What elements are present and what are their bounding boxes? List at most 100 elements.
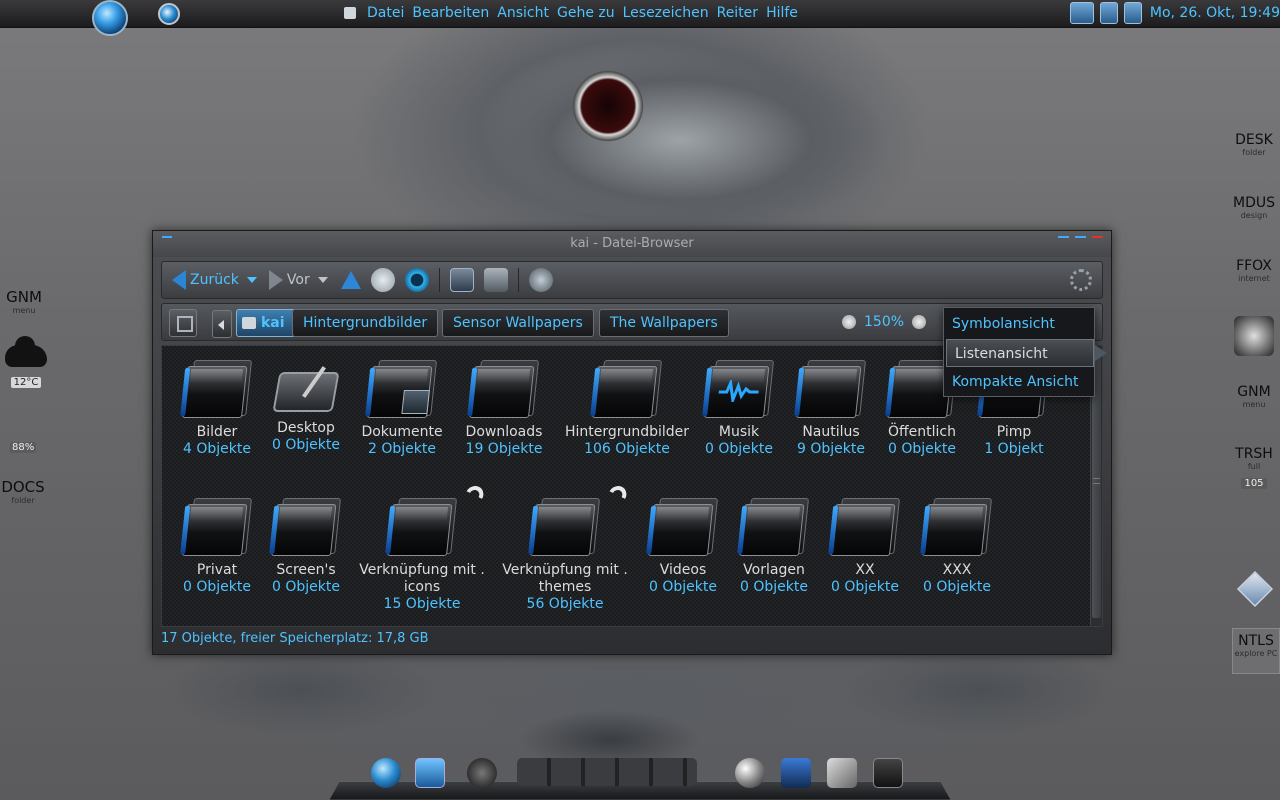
desktop-launcher-trsh[interactable]: TRSH full 105 <box>1230 446 1278 490</box>
computer-icon[interactable] <box>483 268 508 292</box>
breadcrumb-kai[interactable]: kai <box>236 309 296 337</box>
display-settings-icon[interactable] <box>1069 2 1094 24</box>
menu-reiter[interactable]: Reiter <box>717 5 758 21</box>
desktop-launcher-gnm[interactable]: GNM menu <box>2 288 46 315</box>
clock[interactable]: Mo, 26. Okt, 19:49 <box>1150 5 1280 21</box>
launcher-title: DOCS <box>1 478 45 496</box>
main-menu-orb-icon[interactable] <box>92 0 128 36</box>
dock-tools-icon[interactable] <box>827 758 857 788</box>
file-browser-window: kai - Datei-Browser Zurück Vor kai Hinte… <box>152 230 1112 655</box>
item-name: Pimp <box>996 424 1032 440</box>
go-up-icon[interactable] <box>340 271 361 289</box>
dock-audio-icon[interactable] <box>467 758 497 788</box>
menu-datei[interactable]: Datei <box>367 5 404 21</box>
desktop-launcher-ffox[interactable]: FFOX internet <box>1230 258 1278 283</box>
back-history-dropdown-icon[interactable] <box>246 277 257 283</box>
folder-item[interactable]: Desktop 0 Objekte <box>251 360 361 454</box>
folder-icon <box>737 498 810 556</box>
menu-gehe-zu[interactable]: Gehe zu <box>557 5 615 21</box>
global-menu-bar: Datei Bearbeiten Ansicht Gehe zu Lesezei… <box>344 5 806 21</box>
search-icon[interactable] <box>158 3 180 25</box>
window-title: kai - Datei-Browser <box>570 236 694 251</box>
folder-icon <box>269 498 342 556</box>
stop-icon[interactable] <box>370 268 395 292</box>
zoom-in-icon[interactable] <box>912 315 927 329</box>
dock-close-icon[interactable] <box>873 758 903 788</box>
item-name: Dokumente <box>361 424 443 440</box>
back-button[interactable]: Zurück <box>168 265 243 295</box>
folder-item[interactable]: Dokumente 2 Objekte <box>347 360 457 458</box>
item-name-line2: themes <box>538 579 592 595</box>
back-label: Zurück <box>190 272 239 288</box>
close-button[interactable] <box>1092 236 1103 238</box>
menu-lesezeichen[interactable]: Lesezeichen <box>623 5 709 21</box>
view-compact-mode[interactable]: Kompakte Ansicht <box>944 368 1094 396</box>
item-name: Verknüpfung mit . <box>359 562 485 578</box>
desktop-launcher-mdus[interactable]: MDUS design <box>1230 195 1278 220</box>
maximize-button[interactable] <box>1075 236 1086 238</box>
dock-video-icon[interactable] <box>781 758 811 788</box>
desktop-launcher-ntls[interactable]: NTLS explore PC <box>1232 628 1280 674</box>
reload-icon[interactable] <box>404 268 429 292</box>
zoom-out-icon[interactable] <box>842 315 856 329</box>
symlink-folder-icon <box>528 483 629 556</box>
folder-icon <box>794 360 867 418</box>
menu-ansicht[interactable]: Ansicht <box>497 5 549 21</box>
window-titlebar[interactable]: kai - Datei-Browser <box>153 231 1111 257</box>
view-icon-mode[interactable]: Symbolansicht <box>944 310 1094 338</box>
minimize-button[interactable] <box>1058 236 1069 238</box>
user-switch-icon[interactable] <box>1123 2 1142 24</box>
file-manager-app-icon <box>344 7 356 19</box>
menu-hilfe[interactable]: Hilfe <box>766 5 798 21</box>
folder-item[interactable]: Verknüpfung mit . themes 56 Objekte <box>500 483 630 613</box>
desktop-app-icon[interactable] <box>1234 316 1274 356</box>
diamond-app-icon[interactable] <box>1236 570 1274 608</box>
menu-bearbeiten[interactable]: Bearbeiten <box>412 5 489 21</box>
item-count: 2 Objekte <box>368 441 436 457</box>
folder-icon <box>180 498 253 556</box>
dock-sphere-icon[interactable] <box>735 758 765 788</box>
item-name: Hintergrundbilder <box>564 424 690 440</box>
link-arrow-icon <box>606 483 629 507</box>
launcher-subtitle: full <box>1247 462 1261 471</box>
network-places-icon[interactable] <box>528 268 553 292</box>
weather-widget[interactable]: 12°C <box>4 336 48 389</box>
folder-icon <box>828 498 901 556</box>
launcher-title: TRSH <box>1235 446 1273 462</box>
forward-button[interactable]: Vor <box>265 265 314 295</box>
toolbar: Zurück Vor <box>161 261 1103 299</box>
network-icon[interactable] <box>1099 2 1118 24</box>
launcher-title: DESK <box>1235 132 1273 148</box>
zoom-control: 150% <box>842 314 927 330</box>
zoom-level[interactable]: 150% <box>864 314 904 330</box>
dock-workspace-switcher[interactable] <box>517 758 697 786</box>
window-menu-button[interactable] <box>162 236 172 238</box>
launcher-title: GNM <box>6 288 42 306</box>
folder-item[interactable]: Verknüpfung mit . icons 15 Objekte <box>357 483 487 613</box>
view-list-mode[interactable]: Listenansicht <box>946 339 1107 367</box>
home-folder-icon[interactable] <box>449 268 474 292</box>
desktop-launcher-gnm-right[interactable]: GNM menu <box>1230 384 1278 409</box>
folder-item[interactable]: Downloads 19 Objekte <box>449 360 559 458</box>
edit-location-toggle[interactable] <box>169 309 197 337</box>
graphics-tablet-icon <box>272 364 340 414</box>
folder-item[interactable]: Hintergrundbilder 106 Objekte <box>562 360 692 458</box>
dock-folder-icon[interactable] <box>415 758 445 788</box>
breadcrumb-scroll-left[interactable] <box>212 310 232 338</box>
desktop-launcher-docs[interactable]: DOCS folder <box>0 478 46 505</box>
folder-icon <box>180 360 253 418</box>
forward-history-dropdown-icon[interactable] <box>317 277 328 283</box>
breadcrumb-sensor-wallpapers[interactable]: Sensor Wallpapers <box>442 309 594 337</box>
launcher-subtitle: folder <box>1242 148 1266 157</box>
folder-item[interactable]: Screen's 0 Objekte <box>251 498 361 596</box>
breadcrumb-the-wallpapers[interactable]: The Wallpapers <box>599 309 729 337</box>
folder-item[interactable]: XXX 0 Objekte <box>902 498 1012 596</box>
desktop-launcher-desk[interactable]: DESK folder <box>1230 132 1278 157</box>
dock-menu-orb-icon[interactable] <box>371 758 401 788</box>
link-arrow-icon <box>463 483 486 507</box>
launcher-subtitle: internet <box>1238 274 1270 283</box>
item-name: Desktop <box>277 420 335 436</box>
breadcrumb-hintergrundbilder[interactable]: Hintergrundbilder <box>292 309 439 337</box>
status-bar: 17 Objekte, freier Speicherplatz: 17,8 G… <box>161 631 429 646</box>
item-count: 106 Objekte <box>584 441 670 457</box>
